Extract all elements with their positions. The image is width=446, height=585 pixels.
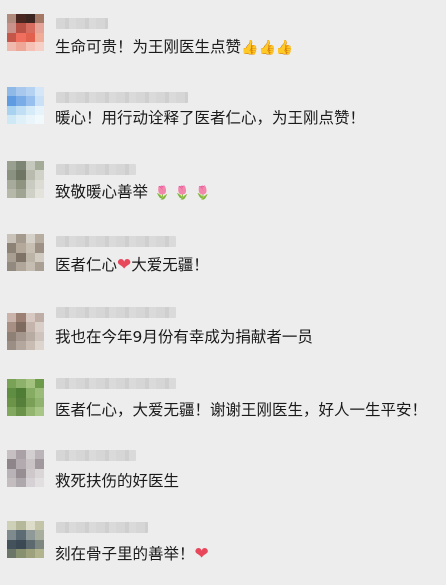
avatar[interactable]: [7, 161, 44, 198]
comment-item: 致敬暖心善举 🌷 🌷 🌷: [0, 148, 446, 222]
comment-item: 暖心！用行动诠释了医者仁心，为王刚点赞！: [0, 74, 446, 148]
comment-item: 刻在骨子里的善举！❤: [0, 511, 446, 585]
comment-text: 暖心！用行动诠释了医者仁心，为王刚点赞！: [55, 109, 366, 127]
avatar[interactable]: [7, 234, 44, 271]
avatar[interactable]: [7, 87, 44, 124]
username-blurred: [56, 307, 176, 318]
comment-text: 生命可贵！为王刚医生点赞👍👍👍: [55, 38, 294, 56]
comment-text: 我也在今年9月份有幸成为捐献者一员: [55, 328, 313, 346]
comment-text: 医者仁心❤大爱无疆！: [55, 255, 209, 275]
comment-item: 救死扶伤的好医生: [0, 444, 446, 518]
comment-item: 医者仁心，大爱无疆！谢谢王刚医生，好人一生平安！: [0, 370, 446, 444]
comment-text: 致敬暖心善举 🌷 🌷 🌷: [55, 183, 211, 201]
username-blurred: [56, 92, 188, 103]
tulip-icon: 🌷 🌷 🌷: [154, 186, 211, 201]
comment-item: 生命可贵！为王刚医生点赞👍👍👍: [0, 0, 446, 74]
red-heart-icon: ❤: [194, 544, 209, 564]
username-blurred: [56, 450, 136, 461]
avatar[interactable]: [7, 521, 44, 558]
username-blurred: [56, 378, 176, 389]
username-blurred: [56, 18, 108, 29]
avatar[interactable]: [7, 14, 44, 51]
avatar[interactable]: [7, 450, 44, 487]
comment-text: 刻在骨子里的善举！❤: [55, 544, 209, 564]
red-heart-icon: ❤: [117, 255, 132, 275]
username-blurred: [56, 522, 148, 533]
comment-item: 我也在今年9月份有幸成为捐献者一员: [0, 296, 446, 370]
avatar[interactable]: [7, 313, 44, 350]
username-blurred: [56, 236, 176, 247]
thumbs-up-icon: 👍👍👍: [241, 40, 294, 56]
comment-text: 医者仁心，大爱无疆！谢谢王刚医生，好人一生平安！: [55, 401, 428, 419]
comment-text: 救死扶伤的好医生: [55, 472, 180, 490]
comment-list: 生命可贵！为王刚医生点赞👍👍👍 暖心！用行动诠释了医者仁心，为王刚点赞！ 致敬暖…: [0, 0, 446, 585]
username-blurred: [56, 164, 136, 175]
avatar[interactable]: [7, 379, 44, 416]
comment-item: 医者仁心❤大爱无疆！: [0, 222, 446, 296]
